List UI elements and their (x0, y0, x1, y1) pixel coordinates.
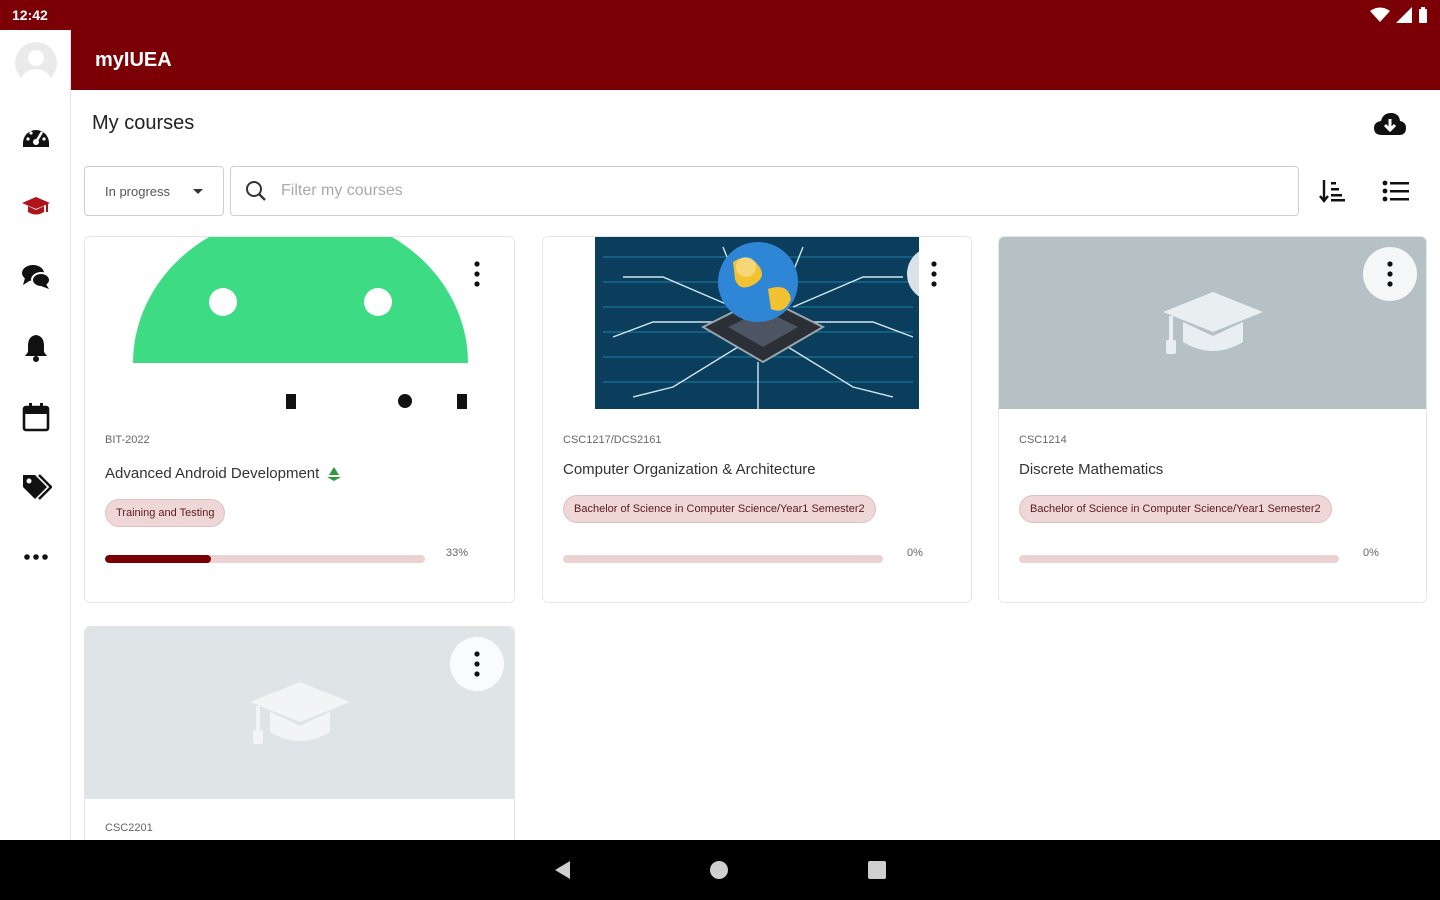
cpu-globe-image (595, 237, 919, 409)
system-navigation-bar (0, 840, 1440, 900)
app-bar: myIUEA (70, 30, 1440, 90)
calendar-icon (22, 403, 49, 432)
course-menu-button[interactable] (450, 637, 504, 691)
course-category-tag: Bachelor of Science in Computer Science/… (563, 495, 876, 523)
more-vertical-icon (931, 261, 937, 287)
graduation-cap-icon (21, 197, 50, 215)
graduation-cap-placeholder-icon (1162, 292, 1263, 354)
chat-bubbles-icon (21, 265, 51, 289)
course-filter-search[interactable] (230, 166, 1299, 216)
recents-icon[interactable] (867, 861, 886, 879)
dashboard-gauge-icon (22, 130, 49, 147)
graduation-cap-placeholder-icon (249, 682, 350, 744)
view-mode-button[interactable] (1376, 172, 1416, 210)
rail-item-dashboard[interactable] (0, 112, 71, 162)
bell-icon (24, 335, 47, 362)
sort-button[interactable] (1312, 172, 1352, 210)
course-image (85, 627, 514, 799)
course-status-value: In progress (105, 183, 171, 199)
rail-item-tags[interactable] (0, 462, 71, 512)
app-title: myIUEA (95, 48, 172, 71)
course-card[interactable]: BIT-2022 Advanced Android Development Tr… (84, 236, 515, 603)
status-icons (1370, 7, 1428, 23)
course-status-dropdown[interactable]: In progress (84, 166, 224, 216)
rail-item-my-courses[interactable] (0, 182, 71, 232)
rail-item-calendar[interactable] (0, 392, 71, 442)
course-name-text: Discrete Mathematics (1019, 461, 1164, 478)
course-progress-bar (105, 555, 425, 563)
course-code: CSC2201 (105, 822, 153, 834)
course-card[interactable]: CSC1214 Discrete Mathematics Bachelor of… (998, 236, 1427, 603)
cloud-download-icon (1374, 113, 1406, 135)
course-code: CSC1217/DCS2161 (563, 434, 662, 446)
course-name[interactable]: Advanced Android Development (105, 465, 343, 482)
course-category-tag: Training and Testing (105, 499, 226, 527)
more-vertical-icon (474, 261, 480, 287)
search-icon (246, 181, 266, 201)
course-progress-label: 33% (446, 547, 469, 559)
course-menu-button[interactable] (907, 247, 961, 301)
more-vertical-icon (1387, 261, 1393, 287)
rail-item-notifications[interactable] (0, 322, 71, 372)
course-progress-label: 0% (1363, 547, 1379, 559)
course-name-text: Computer Organization & Architecture (563, 461, 816, 478)
signal-icon (1396, 7, 1412, 23)
course-image (85, 237, 514, 409)
course-menu-button[interactable] (450, 247, 504, 301)
course-code: BIT-2022 (105, 434, 150, 446)
home-icon[interactable] (709, 861, 728, 879)
course-image (543, 237, 971, 409)
course-category-tag: Bachelor of Science in Computer Science/… (1019, 495, 1332, 523)
course-progress-bar (563, 555, 883, 563)
avatar (14, 42, 57, 84)
course-code: CSC1214 (1019, 434, 1067, 446)
course-name[interactable]: Computer Organization & Architecture (563, 461, 816, 478)
android-logo-image (133, 237, 468, 409)
battery-icon (1419, 7, 1427, 23)
course-image (999, 237, 1426, 409)
course-progress-bar (1019, 555, 1339, 563)
list-view-icon (1382, 180, 1409, 202)
course-name[interactable]: Discrete Mathematics (1019, 461, 1163, 478)
user-avatar-button[interactable] (0, 30, 71, 96)
back-icon[interactable] (554, 861, 570, 879)
download-courses-button[interactable] (1370, 106, 1410, 142)
search-input[interactable] (281, 182, 1181, 200)
course-progress-label: 0% (907, 547, 923, 559)
rail-item-messages[interactable] (0, 252, 71, 302)
tags-icon (22, 474, 52, 500)
status-time: 12:42 (12, 7, 48, 23)
wifi-icon (1370, 7, 1390, 22)
page-title: My courses (92, 112, 195, 134)
sort-ascending-icon (1319, 180, 1345, 203)
course-card[interactable]: CSC1217/DCS2161 Computer Organization & … (542, 236, 972, 603)
more-vertical-icon (474, 651, 480, 677)
navigation-rail (0, 30, 71, 840)
more-horizontal-icon (23, 554, 48, 560)
course-menu-button[interactable] (1363, 247, 1417, 301)
recycle-icon (327, 466, 342, 481)
status-bar: 12:42 (0, 0, 1440, 30)
chevron-down-icon (193, 189, 203, 194)
course-progress-fill (105, 555, 211, 563)
course-name-text: Advanced Android Development (105, 465, 320, 482)
rail-item-more[interactable] (0, 532, 71, 582)
